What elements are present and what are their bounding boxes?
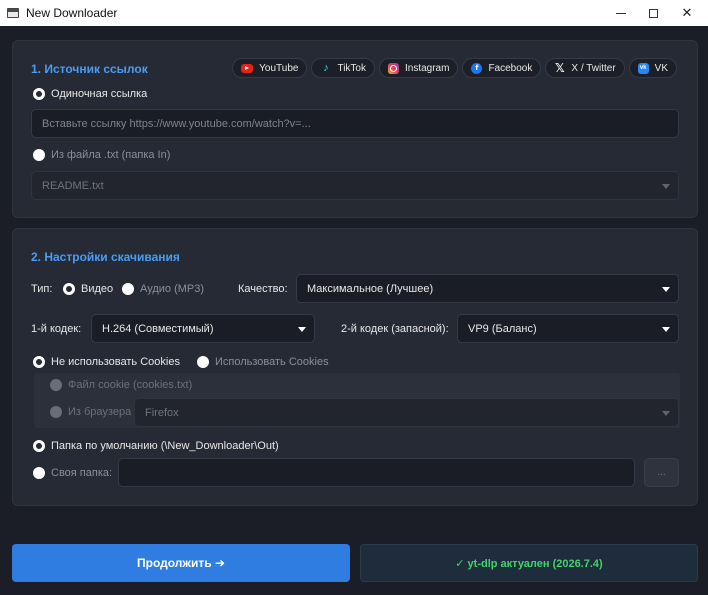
file-select[interactable]: README.txt xyxy=(31,171,679,200)
type-audio-radio[interactable]: Аудио (MP3) xyxy=(122,283,204,295)
url-input[interactable]: Вставьте ссылку https://www.youtube.com/… xyxy=(31,109,679,138)
vk-icon: vk xyxy=(637,62,649,74)
codec1-select-value: H.264 (Совместимый) xyxy=(102,322,214,335)
radio-unselected-icon xyxy=(33,467,45,479)
instagram-icon xyxy=(387,62,399,74)
radio-disabled-icon xyxy=(50,379,62,391)
platform-badge-tiktok: ♪ TikTok xyxy=(311,58,375,78)
quality-select[interactable]: Максимальное (Лучшее) xyxy=(296,274,679,303)
facebook-icon: f xyxy=(471,62,483,74)
codec2-select-value: VP9 (Баланс) xyxy=(468,322,537,335)
platform-badge-facebook: f Facebook xyxy=(462,58,542,78)
single-link-radio[interactable]: Одиночная ссылка xyxy=(33,88,147,100)
platform-badge-instagram: Instagram xyxy=(378,58,459,78)
from-file-label: Из файла .txt (папка In) xyxy=(51,149,171,161)
radio-selected-icon xyxy=(33,88,45,100)
maximize-icon xyxy=(648,8,658,18)
custom-folder-label: Своя папка: xyxy=(51,467,113,479)
platform-badge-youtube: YouTube xyxy=(232,58,308,78)
codec2-label: 2-й кодек (запасной): xyxy=(341,323,449,335)
platform-label: VK xyxy=(654,62,668,74)
from-file-radio[interactable]: Из файла .txt (папка In) xyxy=(33,149,170,161)
tiktok-icon: ♪ xyxy=(323,61,329,74)
radio-selected-icon xyxy=(33,356,45,368)
minimize-icon xyxy=(616,12,626,14)
radio-disabled-icon xyxy=(50,406,62,418)
type-audio-label: Аудио (MP3) xyxy=(140,283,205,295)
codec2-select[interactable]: VP9 (Баланс) xyxy=(457,314,679,343)
radio-unselected-icon xyxy=(33,149,45,161)
quality-label: Качество: xyxy=(238,283,288,295)
youtube-icon xyxy=(241,63,254,73)
from-browser-label: Из браузера xyxy=(68,406,132,418)
type-video-radio[interactable]: Видео xyxy=(63,283,113,295)
type-video-label: Видео xyxy=(81,283,114,295)
type-label: Тип: xyxy=(31,283,53,295)
update-status-button[interactable]: ✓ yt-dlp актуален (2026.7.4) xyxy=(360,544,698,582)
no-cookies-label: Не использовать Cookies xyxy=(51,356,180,368)
custom-folder-input[interactable] xyxy=(118,458,635,487)
chevron-down-icon xyxy=(298,326,306,332)
close-icon: ✕ xyxy=(681,5,693,20)
default-folder-radio[interactable]: Папка по умолчанию (\New_Downloader\Out) xyxy=(33,440,279,452)
x-icon: 𝕏 xyxy=(555,61,565,75)
platform-badge-vk: vk VK xyxy=(628,58,677,78)
chevron-down-icon xyxy=(662,183,670,189)
radio-selected-icon xyxy=(33,440,45,452)
close-button[interactable]: ✕ xyxy=(670,0,704,26)
no-cookies-radio[interactable]: Не использовать Cookies xyxy=(33,356,180,368)
radio-unselected-icon xyxy=(197,356,209,368)
window-title: New Downloader xyxy=(26,6,118,20)
single-link-label: Одиночная ссылка xyxy=(51,88,148,100)
platform-label: X / Twitter xyxy=(571,62,616,74)
platform-label: Instagram xyxy=(404,62,450,74)
file-select-value: README.txt xyxy=(42,179,104,192)
cookie-file-radio[interactable]: Файл cookie (cookies.txt) xyxy=(50,379,192,391)
codec1-label: 1-й кодек: xyxy=(31,323,82,335)
platform-label: YouTube xyxy=(259,62,299,74)
radio-selected-icon xyxy=(63,283,75,295)
default-folder-label: Папка по умолчанию (\New_Downloader\Out) xyxy=(51,440,279,452)
platform-badge-x: 𝕏 X / Twitter xyxy=(545,58,625,78)
platform-label: TikTok xyxy=(337,62,366,74)
app-icon xyxy=(7,8,19,18)
quality-select-value: Максимальное (Лучшее) xyxy=(307,282,434,295)
title-bar: New Downloader ✕ xyxy=(0,0,708,26)
browser-select-value: Firefox xyxy=(145,406,179,419)
settings-section-title: 2. Настройки скачивания xyxy=(31,250,180,264)
maximize-button[interactable] xyxy=(636,0,670,26)
browse-folder-button[interactable]: ... xyxy=(644,458,679,487)
cookie-file-label: Файл cookie (cookies.txt) xyxy=(68,379,193,391)
chevron-down-icon xyxy=(662,410,670,416)
from-browser-radio[interactable]: Из браузера xyxy=(50,406,131,418)
use-cookies-label: Использовать Cookies xyxy=(215,356,329,368)
use-cookies-radio[interactable]: Использовать Cookies xyxy=(197,356,329,368)
platform-badges: YouTube ♪ TikTok Instagram f Facebook 𝕏 … xyxy=(232,58,677,78)
chevron-down-icon xyxy=(662,326,670,332)
browser-select[interactable]: Firefox xyxy=(134,398,679,427)
radio-unselected-icon xyxy=(122,283,134,295)
minimize-button[interactable] xyxy=(604,0,638,26)
codec1-select[interactable]: H.264 (Совместимый) xyxy=(91,314,315,343)
custom-folder-radio[interactable]: Своя папка: xyxy=(33,467,112,479)
source-section-title: 1. Источник ссылок xyxy=(31,62,148,76)
continue-button[interactable]: Продолжить ➔ xyxy=(12,544,350,582)
platform-label: Facebook xyxy=(488,62,533,74)
chevron-down-icon xyxy=(662,286,670,292)
